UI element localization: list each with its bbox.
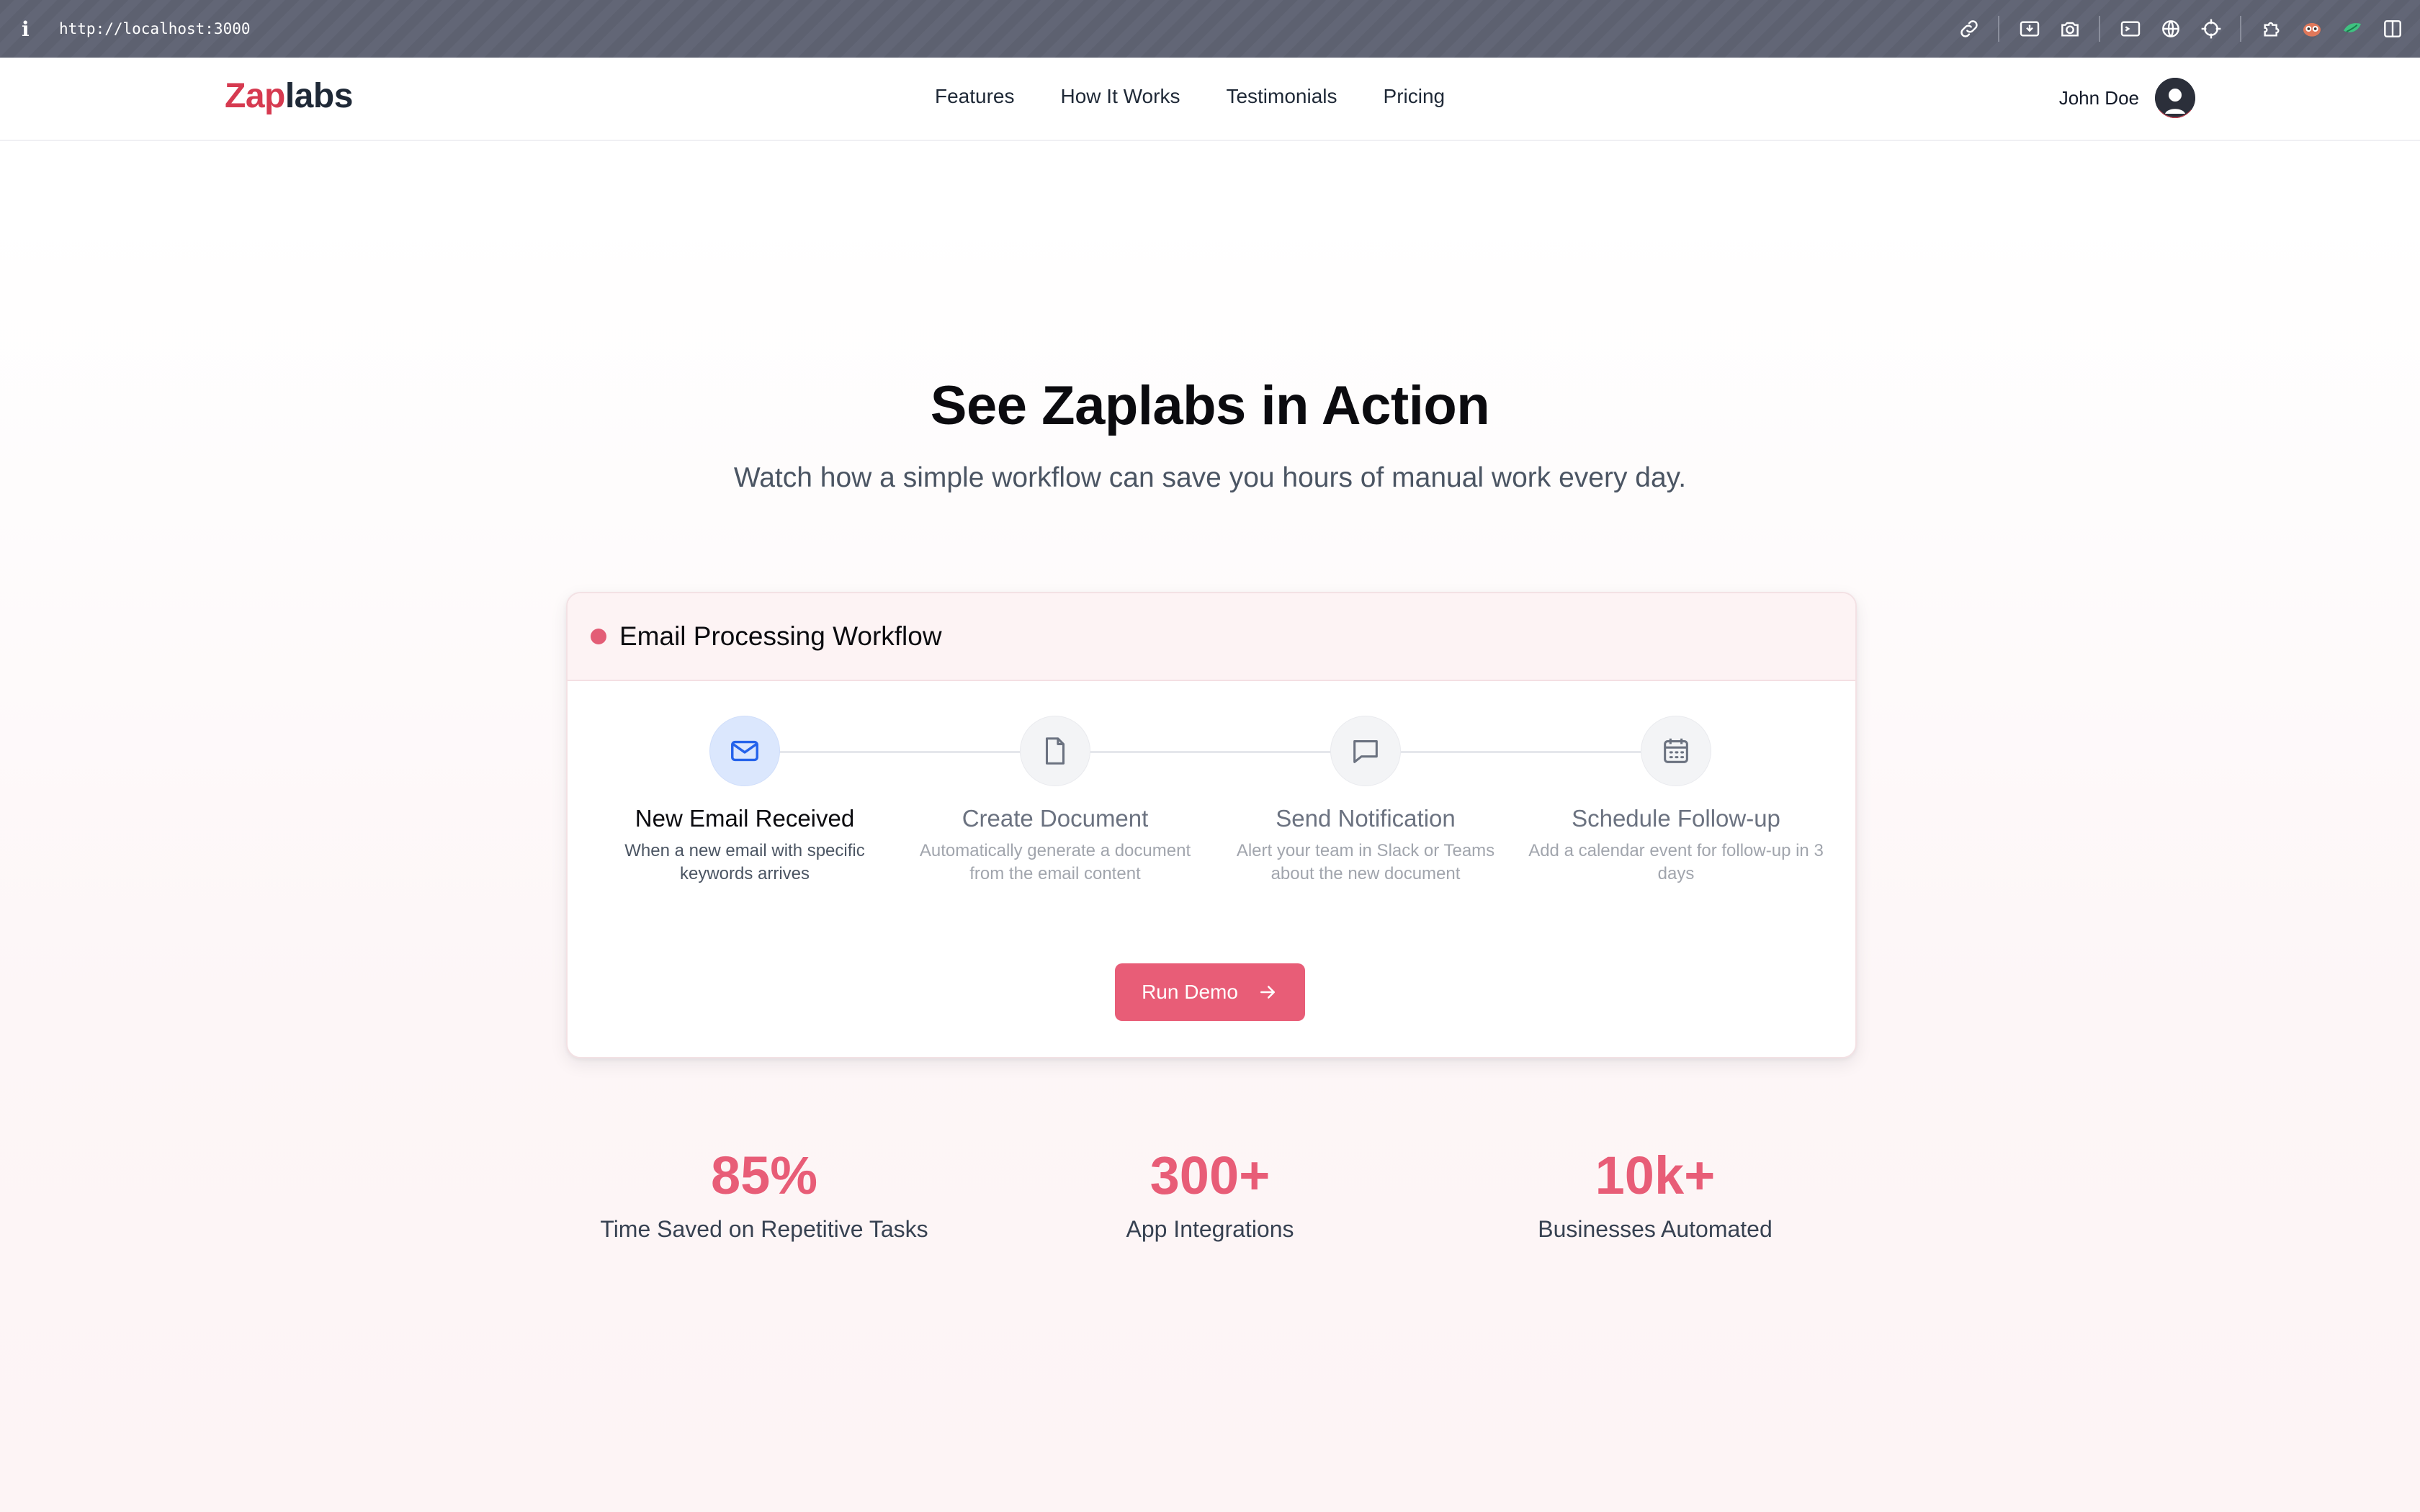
step-icon-circle: [709, 716, 780, 786]
logo-part-labs: labs: [284, 77, 354, 115]
run-demo-label: Run Demo: [1142, 981, 1238, 1003]
stat-businesses-automated: 10k+ Businesses Automated: [1432, 1145, 1878, 1243]
workflow-step-new-email[interactable]: New Email Received When a new email with…: [590, 681, 900, 886]
workflow-step-send-notification[interactable]: Send Notification Alert your team in Sla…: [1211, 681, 1520, 886]
page-subtitle: Watch how a simple workflow can save you…: [733, 462, 1687, 493]
user-name: John Doe: [2058, 86, 2139, 109]
stat-value: 300+: [1150, 1146, 1270, 1205]
top-nav: Zaplabs Features How It Works Testimonia…: [0, 58, 2420, 141]
address-bar[interactable]: http://localhost:3000: [59, 20, 251, 37]
workflow-card: Email Processing Workflow New Email Rece…: [566, 592, 1857, 1058]
document-icon: [1045, 737, 1065, 765]
toolbar-divider: [1998, 16, 1999, 42]
workflow-step-schedule-follow-up[interactable]: Schedule Follow-up Add a calendar event …: [1521, 681, 1831, 886]
toolbar-divider: [2099, 16, 2100, 42]
avatar[interactable]: [2155, 78, 2195, 118]
stat-label: Time Saved on Repetitive Tasks: [600, 1216, 928, 1242]
step-title: Send Notification: [1276, 805, 1456, 832]
leaf-extension-icon[interactable]: [2338, 14, 2367, 43]
stat-value: 85%: [710, 1146, 818, 1205]
site-info-icon[interactable]: i: [22, 17, 43, 41]
workflow-step-create-document[interactable]: Create Document Automatically generate a…: [900, 681, 1210, 886]
step-description: Alert your team in Slack or Teams about …: [1236, 841, 1495, 883]
arrow-right-icon: [1260, 986, 1275, 999]
globe-icon[interactable]: [2156, 14, 2185, 43]
step-description: Add a calendar event for follow-up in 3 …: [1528, 841, 1824, 883]
nav-link-testimonials[interactable]: Testimonials: [1226, 85, 1337, 108]
calendar-icon: [1664, 738, 1688, 763]
toolbar-divider: [2240, 16, 2241, 42]
workflow-steps: New Email Received When a new email with…: [568, 681, 1855, 897]
stat-value: 10k+: [1595, 1146, 1716, 1205]
logo-part-zap: Zap: [225, 77, 285, 115]
step-icon-circle: [1641, 716, 1711, 786]
user-menu[interactable]: John Doe: [2059, 78, 2195, 118]
stat-app-integrations: 300+ App Integrations: [987, 1145, 1433, 1243]
mail-icon: [731, 740, 758, 762]
step-title: Create Document: [962, 805, 1149, 832]
step-icon-circle: [1330, 716, 1401, 786]
nav-links: Features How It Works Testimonials Prici…: [935, 85, 1491, 108]
terminal-icon[interactable]: [2116, 14, 2145, 43]
puzzle-icon[interactable]: [2257, 14, 2286, 43]
logo[interactable]: Zaplabs: [225, 76, 353, 116]
browser-toolbar: i http://localhost:3000: [0, 0, 2420, 58]
nav-link-features[interactable]: Features: [935, 85, 1015, 108]
run-demo-button[interactable]: Run Demo: [1115, 963, 1305, 1021]
stat-label: Businesses Automated: [1538, 1216, 1773, 1242]
owl-extension-icon[interactable]: [2298, 14, 2326, 43]
status-dot-icon: [591, 629, 606, 644]
step-title: New Email Received: [635, 805, 855, 832]
nav-link-pricing[interactable]: Pricing: [1384, 85, 1446, 108]
sidebar-icon[interactable]: [2378, 14, 2407, 43]
crosshair-icon[interactable]: [2197, 14, 2226, 43]
page-title: See Zaplabs in Action: [930, 375, 1490, 436]
chat-icon: [1353, 740, 1378, 763]
workflow-title: Email Processing Workflow: [619, 621, 942, 651]
step-description: When a new email with specific keywords …: [624, 841, 865, 883]
step-description: Automatically generate a document from t…: [919, 841, 1191, 883]
camera-icon[interactable]: [2056, 14, 2084, 43]
download-icon[interactable]: [2015, 14, 2044, 43]
stat-time-saved: 85% Time Saved on Repetitive Tasks: [541, 1145, 987, 1243]
link-icon[interactable]: [1955, 14, 1984, 43]
stat-label: App Integrations: [1126, 1216, 1294, 1242]
step-icon-circle: [1020, 716, 1090, 786]
nav-link-how-it-works[interactable]: How It Works: [1061, 85, 1180, 108]
workflow-card-header: Email Processing Workflow: [568, 593, 1855, 681]
browser-tools: [1943, 0, 2407, 58]
step-title: Schedule Follow-up: [1572, 805, 1780, 832]
